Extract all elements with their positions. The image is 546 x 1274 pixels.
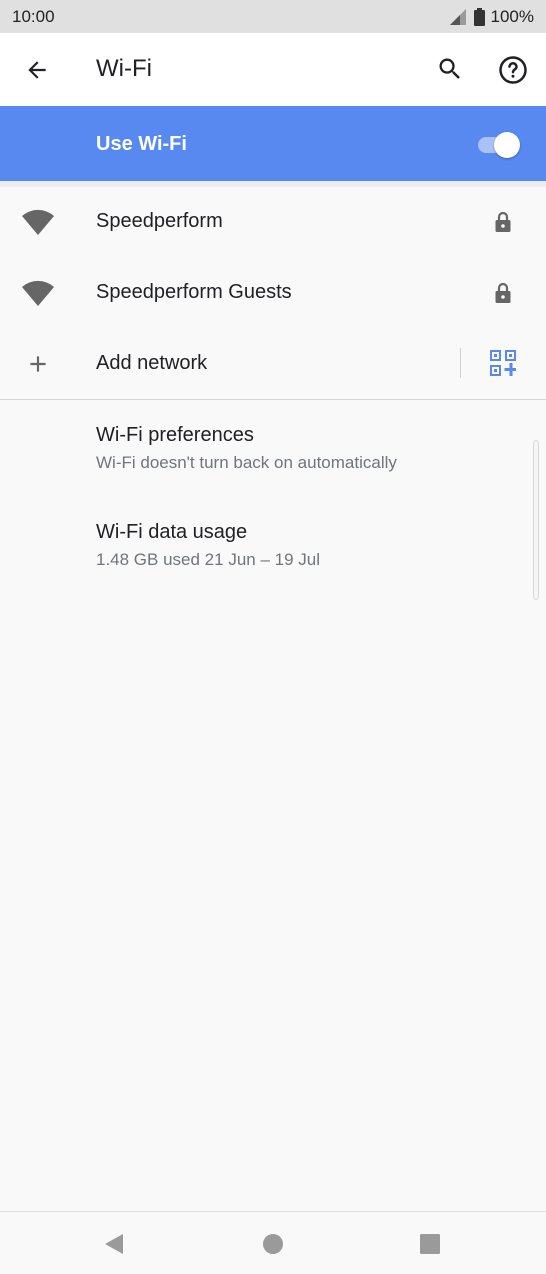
scrollbar[interactable] xyxy=(533,440,539,600)
toggle-thumb xyxy=(494,132,520,158)
wifi-preferences-item[interactable]: Wi-Fi preferences Wi-Fi doesn't turn bac… xyxy=(96,424,397,473)
section-divider xyxy=(0,399,546,400)
cell-signal-icon xyxy=(449,8,466,25)
nav-recents-icon xyxy=(420,1234,440,1254)
network-row[interactable]: Speedperform Guests xyxy=(0,257,546,328)
add-network-label: Add network xyxy=(96,352,208,374)
nav-back-icon xyxy=(105,1234,123,1254)
search-icon xyxy=(439,58,460,79)
page-title: Wi-Fi xyxy=(96,55,152,82)
nav-back-button[interactable] xyxy=(100,1230,128,1258)
nav-home-button[interactable] xyxy=(259,1230,287,1258)
system-nav-bar xyxy=(0,1211,546,1274)
nav-home-icon xyxy=(263,1234,283,1254)
wifi-signal-icon xyxy=(20,277,56,309)
status-bar: 10:00 100% xyxy=(0,0,546,33)
lock-icon xyxy=(495,282,511,303)
help-icon xyxy=(499,56,527,84)
use-wifi-row[interactable]: Use Wi-Fi xyxy=(0,106,546,181)
back-button[interactable] xyxy=(20,53,54,87)
status-icons: 100% xyxy=(448,7,534,27)
help-button[interactable] xyxy=(494,51,532,89)
wifi-data-usage-title: Wi-Fi data usage xyxy=(96,521,248,543)
network-row[interactable]: Speedperform xyxy=(0,186,546,257)
battery-full-icon xyxy=(473,7,485,26)
add-network-row[interactable]: Add network xyxy=(0,328,546,399)
search-button[interactable] xyxy=(432,51,468,87)
wifi-preferences-summary: Wi-Fi doesn't turn back on automatically xyxy=(96,453,397,472)
wifi-data-usage-summary: 1.48 GB used 21 Jun – 19 Jul xyxy=(96,550,320,569)
network-name: Speedperform Guests xyxy=(96,281,292,303)
vertical-divider xyxy=(460,348,461,378)
qr-code-add-icon[interactable] xyxy=(490,350,516,376)
wifi-signal-icon xyxy=(20,206,56,238)
use-wifi-toggle[interactable] xyxy=(478,130,522,158)
arrow-back-icon xyxy=(28,61,46,79)
wifi-data-usage-item[interactable]: Wi-Fi data usage 1.48 GB used 21 Jun – 1… xyxy=(96,521,320,570)
status-time: 10:00 xyxy=(12,6,55,26)
lock-icon xyxy=(495,211,511,232)
nav-recents-button[interactable] xyxy=(416,1230,444,1258)
wifi-preferences-title: Wi-Fi preferences xyxy=(96,424,254,446)
use-wifi-label: Use Wi-Fi xyxy=(96,133,187,155)
network-name: Speedperform xyxy=(96,210,223,232)
plus-icon xyxy=(20,348,56,380)
app-bar: Wi-Fi xyxy=(0,33,546,106)
battery-percent: 100% xyxy=(490,6,534,26)
